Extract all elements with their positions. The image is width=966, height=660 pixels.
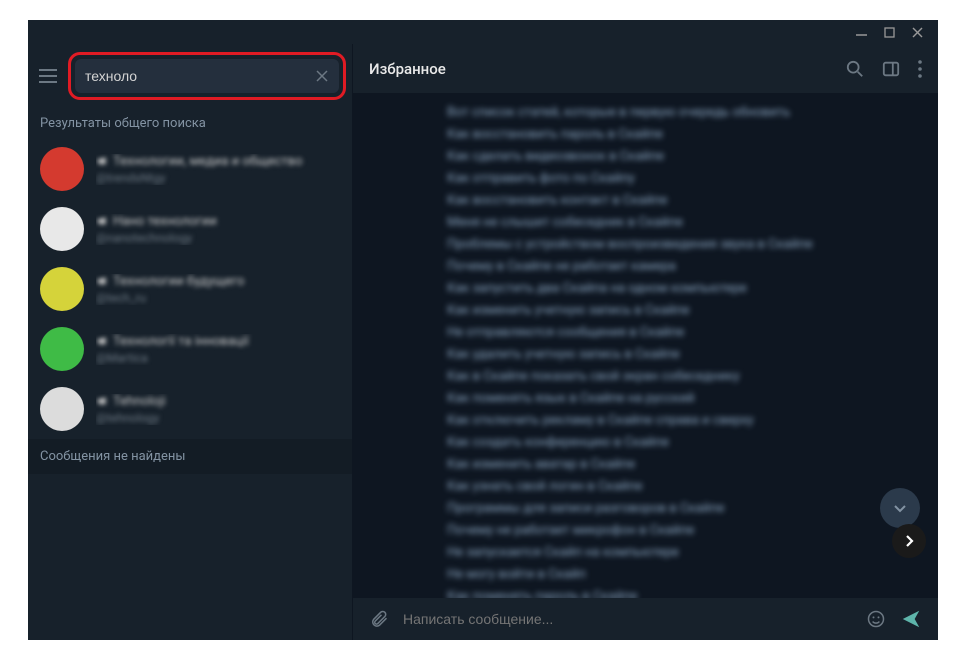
result-title: Нано технологии — [96, 214, 340, 229]
result-subtitle: @tehnology — [96, 411, 340, 425]
result-subtitle: @nanotechnology — [96, 231, 340, 245]
message-line: Почему в Скайпе не работает камера — [447, 256, 882, 278]
panel-icon — [882, 60, 900, 78]
messages-area[interactable]: Вот список статей, которые в первую очер… — [353, 94, 938, 598]
search-result-item[interactable]: Нано технологии @nanotechnology — [28, 199, 352, 259]
result-subtitle: @tech_ru — [96, 291, 340, 305]
message-line: Не запускается Скайп на компьютере — [447, 542, 882, 564]
search-result-item[interactable]: Технології та інновації @Martica — [28, 319, 352, 379]
chat-title: Избранное — [369, 60, 446, 78]
minimize-button[interactable] — [854, 25, 868, 39]
message-line: Почему не работает микрофон в Скайпе — [447, 520, 882, 542]
message-line: Как отправить фото по Скайпу — [447, 168, 882, 190]
message-line: Как удалить учетную запись в Скайпе — [447, 344, 882, 366]
result-title: Технології та інновації — [96, 334, 340, 349]
message-line: Программы для записи разговоров в Скайпе — [447, 498, 882, 520]
sidebar-header — [28, 44, 352, 108]
paperclip-icon — [369, 609, 389, 629]
avatar — [40, 147, 84, 191]
message-line: Как восстановить контакт в Скайпе — [447, 190, 882, 212]
message-line: Проблемы с устройством воспроизведения з… — [447, 234, 882, 256]
message-line: Как запустить два Скайпа на одном компью… — [447, 278, 882, 300]
message-line: Как изменить аватар в Скайпе — [447, 454, 882, 476]
message-line: Как поменять пароль в Скайпе — [447, 586, 882, 598]
message-line: Как восстановить пароль в Скайпе — [447, 124, 882, 146]
message-line: Вот список статей, которые в первую очер… — [447, 102, 882, 124]
maximize-button[interactable] — [882, 25, 896, 39]
hamburger-icon — [39, 69, 57, 83]
result-text: Технологии будущего @tech_ru — [96, 274, 340, 305]
avatar — [40, 327, 84, 371]
avatar — [40, 207, 84, 251]
megaphone-icon — [96, 155, 108, 167]
sidebar: Результаты общего поиска Технологии, мед… — [28, 44, 353, 640]
message-line: Не отправляются сообщения в Скайпе — [447, 322, 882, 344]
message-block: Вот список статей, которые в первую очер… — [409, 102, 882, 598]
megaphone-icon — [96, 275, 108, 287]
search-result-item[interactable]: Tehnoloji @tehnology — [28, 379, 352, 439]
avatar — [40, 267, 84, 311]
scroll-down-button[interactable] — [880, 488, 920, 528]
message-line: Меня не слышит собеседник в Скайпе — [447, 212, 882, 234]
search-highlight — [68, 52, 346, 100]
message-line: Как отключить рекламу в Скайпе справа и … — [447, 410, 882, 432]
megaphone-icon — [96, 395, 108, 407]
menu-button[interactable] — [34, 62, 62, 90]
search-result-item[interactable]: Технологии, медиа и общество @trendsNtgy — [28, 139, 352, 199]
no-messages-label: Сообщения не найдены — [28, 439, 352, 474]
result-title: Tehnoloji — [96, 394, 340, 409]
app-body: Результаты общего поиска Технологии, мед… — [28, 44, 938, 640]
avatar — [40, 387, 84, 431]
title-bar — [28, 20, 938, 44]
emoji-button[interactable] — [866, 609, 886, 629]
results-section-header: Результаты общего поиска — [28, 108, 352, 139]
message-input[interactable] — [403, 611, 852, 627]
close-button[interactable] — [910, 25, 924, 39]
attach-button[interactable] — [369, 609, 389, 629]
result-text: Технології та інновації @Martica — [96, 334, 340, 365]
message-line: Как поменять язык в Скайпе на русский — [447, 388, 882, 410]
app-window: Результаты общего поиска Технологии, мед… — [28, 20, 938, 640]
send-button[interactable] — [900, 608, 922, 630]
more-button[interactable] — [918, 60, 922, 78]
header-actions — [846, 60, 922, 78]
result-text: Технологии, медиа и общество @trendsNtgy — [96, 154, 340, 185]
message-line: Как создать конференцию в Скайпе — [447, 432, 882, 454]
message-content: Вот список статей, которые в первую очер… — [447, 102, 882, 598]
result-title: Технологии, медиа и общество — [96, 154, 340, 169]
close-icon — [315, 69, 329, 83]
message-line: Как изменить учетную запись в Скайпе — [447, 300, 882, 322]
message-line: Не могу войти в Скайп — [447, 564, 882, 586]
result-subtitle: @Martica — [96, 351, 340, 365]
message-line: Как сделать видеозвонок в Скайпе — [447, 146, 882, 168]
chevron-right-icon — [902, 534, 916, 548]
search-icon — [846, 60, 864, 78]
megaphone-icon — [96, 215, 108, 227]
megaphone-icon — [96, 335, 108, 347]
result-text: Нано технологии @nanotechnology — [96, 214, 340, 245]
sidebar-toggle-button[interactable] — [882, 60, 900, 78]
result-text: Tehnoloji @tehnology — [96, 394, 340, 425]
message-line: Как узнать свой логин в Скайпе — [447, 476, 882, 498]
search-result-item[interactable]: Технологии будущего @tech_ru — [28, 259, 352, 319]
result-subtitle: @trendsNtgy — [96, 171, 340, 185]
kebab-icon — [918, 60, 922, 78]
compose-bar — [353, 598, 938, 640]
chevron-down-icon — [892, 500, 908, 516]
message-line: Как в Скайпе показать свой экран собесед… — [447, 366, 882, 388]
search-input[interactable] — [85, 68, 315, 84]
search-box[interactable] — [75, 59, 339, 93]
clear-search-button[interactable] — [315, 69, 329, 83]
smile-icon — [866, 609, 886, 629]
next-button[interactable] — [892, 524, 926, 558]
main-panel: Избранное — [353, 44, 938, 640]
result-title: Технологии будущего — [96, 274, 340, 289]
chat-header: Избранное — [353, 44, 938, 94]
chat-search-button[interactable] — [846, 60, 864, 78]
send-icon — [900, 608, 922, 630]
search-results: Технологии, медиа и общество @trendsNtgy Н… — [28, 139, 352, 439]
